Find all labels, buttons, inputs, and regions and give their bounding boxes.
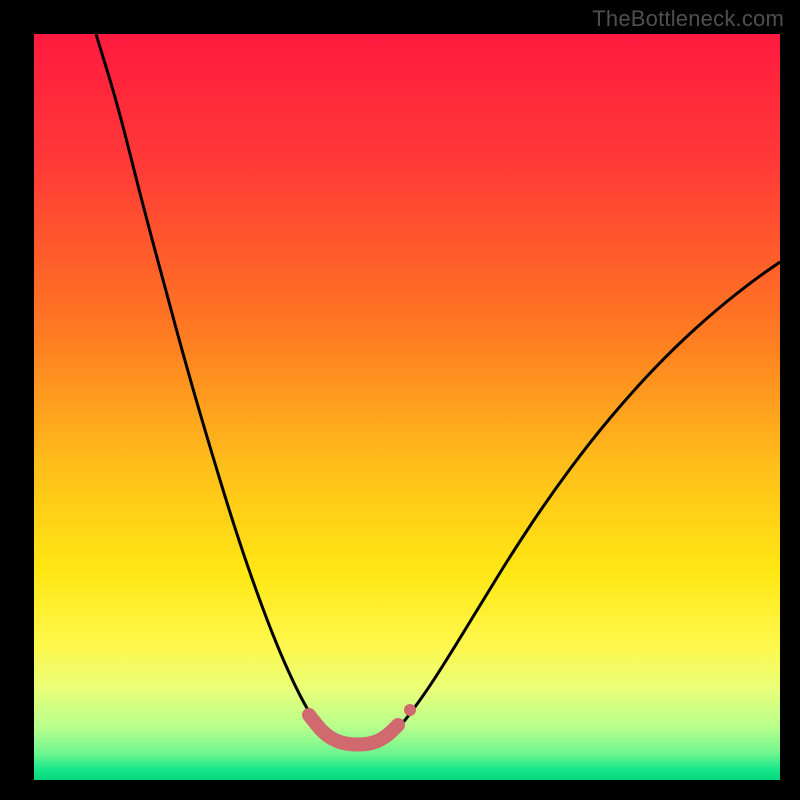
watermark-text: TheBottleneck.com [592, 6, 784, 32]
trough-dot [404, 704, 416, 716]
chart-svg [34, 34, 780, 780]
plot-area [34, 34, 780, 780]
chart-frame: TheBottleneck.com [0, 0, 800, 800]
gradient-background [34, 34, 780, 780]
marker-group [404, 704, 416, 716]
